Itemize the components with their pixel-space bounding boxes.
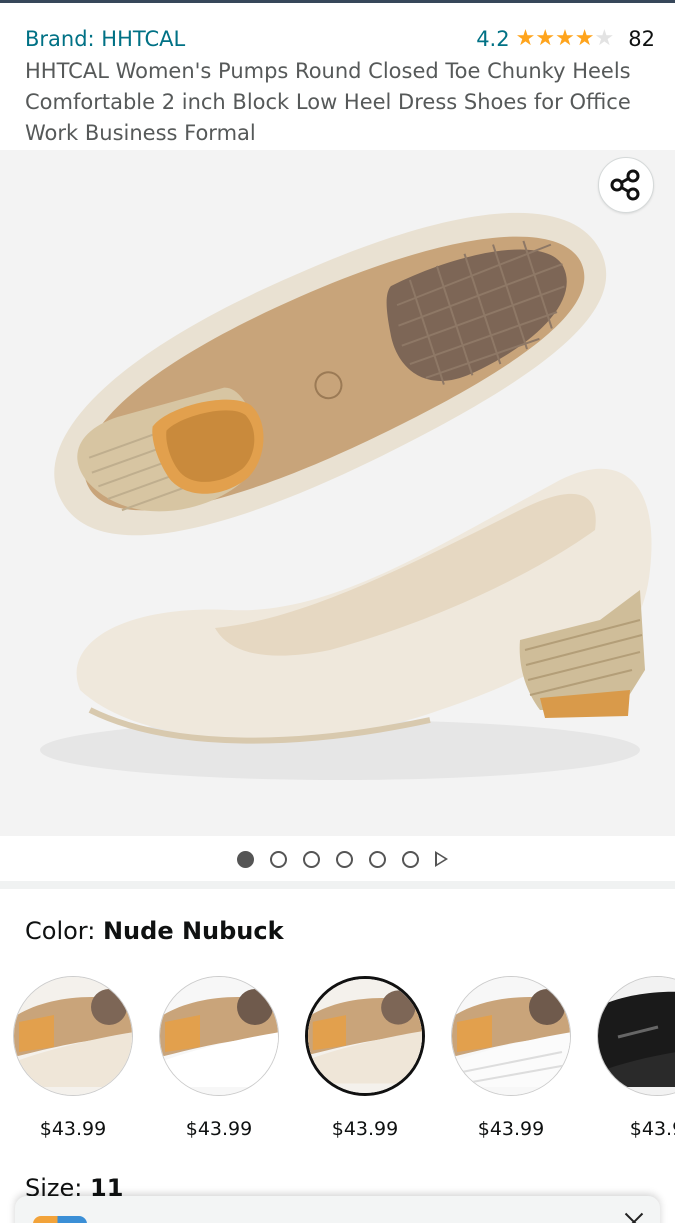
pagination-dot[interactable] bbox=[303, 850, 320, 868]
rating-summary[interactable]: 4.2 ★ ★ ★ ★ ★ 82 bbox=[476, 27, 655, 51]
color-label-key: Color: bbox=[25, 917, 96, 945]
pagination-dot[interactable] bbox=[336, 850, 353, 868]
star-icon: ★ bbox=[555, 26, 575, 51]
pagination-dot[interactable] bbox=[369, 850, 386, 868]
swatch-image bbox=[159, 976, 279, 1096]
product-image bbox=[40, 212, 652, 780]
star-rating: ★ ★ ★ ★ ★ bbox=[516, 28, 615, 50]
color-label: Color: Nude Nubuck bbox=[25, 917, 284, 945]
color-swatch[interactable]: $43.9 bbox=[584, 976, 675, 1140]
empty-star-icon: ★ bbox=[594, 26, 615, 51]
pagination-dot[interactable] bbox=[402, 850, 419, 868]
brand-rating-row: Brand: HHTCAL 4.2 ★ ★ ★ ★ ★ 82 bbox=[25, 24, 655, 54]
share-icon bbox=[610, 169, 640, 201]
close-icon[interactable] bbox=[622, 1210, 646, 1223]
share-button[interactable] bbox=[598, 157, 654, 213]
rating-count: 82 bbox=[628, 27, 655, 51]
swatch-price: $43.9 bbox=[629, 1118, 675, 1140]
sheet-thumbnail bbox=[33, 1216, 87, 1223]
product-title: HHTCAL Women's Pumps Round Closed Toe Ch… bbox=[25, 59, 631, 145]
section-divider bbox=[0, 881, 675, 889]
color-swatch-list: $43.99 $43.99 $43.99 $43.99 $43. bbox=[0, 976, 675, 1146]
pagination-dot[interactable] bbox=[270, 850, 287, 868]
brand-link[interactable]: Brand: HHTCAL bbox=[25, 27, 185, 51]
swatch-image bbox=[597, 976, 675, 1096]
product-image-gallery[interactable] bbox=[0, 150, 675, 836]
color-swatch[interactable]: $43.99 bbox=[438, 976, 584, 1140]
swatch-price: $43.99 bbox=[477, 1118, 545, 1140]
color-swatch[interactable]: $43.99 bbox=[0, 976, 146, 1140]
color-selected-value: Nude Nubuck bbox=[102, 917, 284, 945]
play-icon[interactable] bbox=[435, 851, 448, 867]
rating-value: 4.2 bbox=[476, 27, 510, 51]
swatch-image bbox=[451, 976, 571, 1096]
star-icon: ★ bbox=[515, 26, 536, 51]
swatch-image bbox=[305, 976, 425, 1096]
top-edge-bar bbox=[0, 0, 675, 3]
pagination-dot-active[interactable] bbox=[237, 850, 254, 868]
bottom-sheet[interactable] bbox=[15, 1196, 660, 1223]
color-swatch[interactable]: $43.99 bbox=[146, 976, 292, 1140]
swatch-price: $43.99 bbox=[39, 1118, 107, 1140]
color-swatch-selected[interactable]: $43.99 bbox=[292, 976, 438, 1140]
star-icon: ★ bbox=[574, 26, 595, 51]
swatch-image bbox=[13, 976, 133, 1096]
swatch-price: $43.99 bbox=[331, 1118, 399, 1140]
swatch-price: $43.99 bbox=[185, 1118, 253, 1140]
product-header: Brand: HHTCAL 4.2 ★ ★ ★ ★ ★ 82 HHTCAL Wo… bbox=[25, 24, 655, 149]
star-icon: ★ bbox=[535, 26, 556, 51]
image-pagination bbox=[0, 836, 675, 882]
